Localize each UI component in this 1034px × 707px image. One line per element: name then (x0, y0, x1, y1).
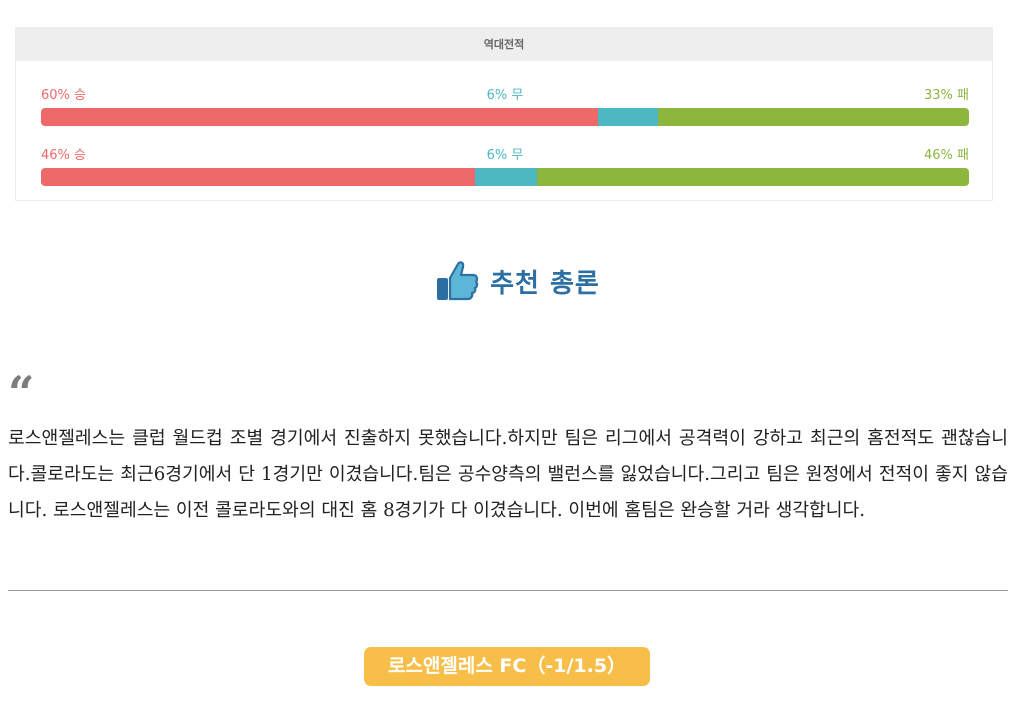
draw-segment (475, 168, 538, 186)
draw-percent-label: 6% 무 (486, 88, 524, 103)
summary-paragraph: 로스앤젤레스는 클럽 월드컵 조별 경기에서 진출하지 못했습니다.하지만 팀은… (8, 428, 1008, 521)
quote-mark-icon: “ (8, 366, 35, 420)
h2h-bar (41, 168, 969, 186)
head-to-head-title: 역대전적 (16, 28, 992, 61)
h2h-row-1: 60% 승 6% 무 33% 패 (41, 84, 969, 126)
recommendation-title: 추천 총론 (490, 268, 600, 299)
loss-segment (537, 168, 969, 186)
win-segment (41, 108, 598, 126)
recommendation-heading: 추천 총론 (0, 258, 1034, 304)
h2h-bar (41, 108, 969, 126)
draw-segment (597, 108, 659, 126)
loss-percent-label: 46% 패 (924, 148, 969, 163)
divider (8, 590, 1008, 591)
loss-segment (658, 108, 969, 126)
draw-percent-label: 6% 무 (486, 148, 524, 163)
pick-button[interactable]: 로스앤젤레스 FC（-1/1.5） (364, 647, 650, 686)
head-to-head-panel: 역대전적 60% 승 6% 무 33% 패 46% 승 6% 무 46% 패 (15, 27, 993, 201)
loss-percent-label: 33% 패 (924, 88, 969, 103)
win-segment (41, 168, 476, 186)
thumbs-up-icon (437, 261, 479, 301)
h2h-row-2: 46% 승 6% 무 46% 패 (41, 144, 969, 186)
